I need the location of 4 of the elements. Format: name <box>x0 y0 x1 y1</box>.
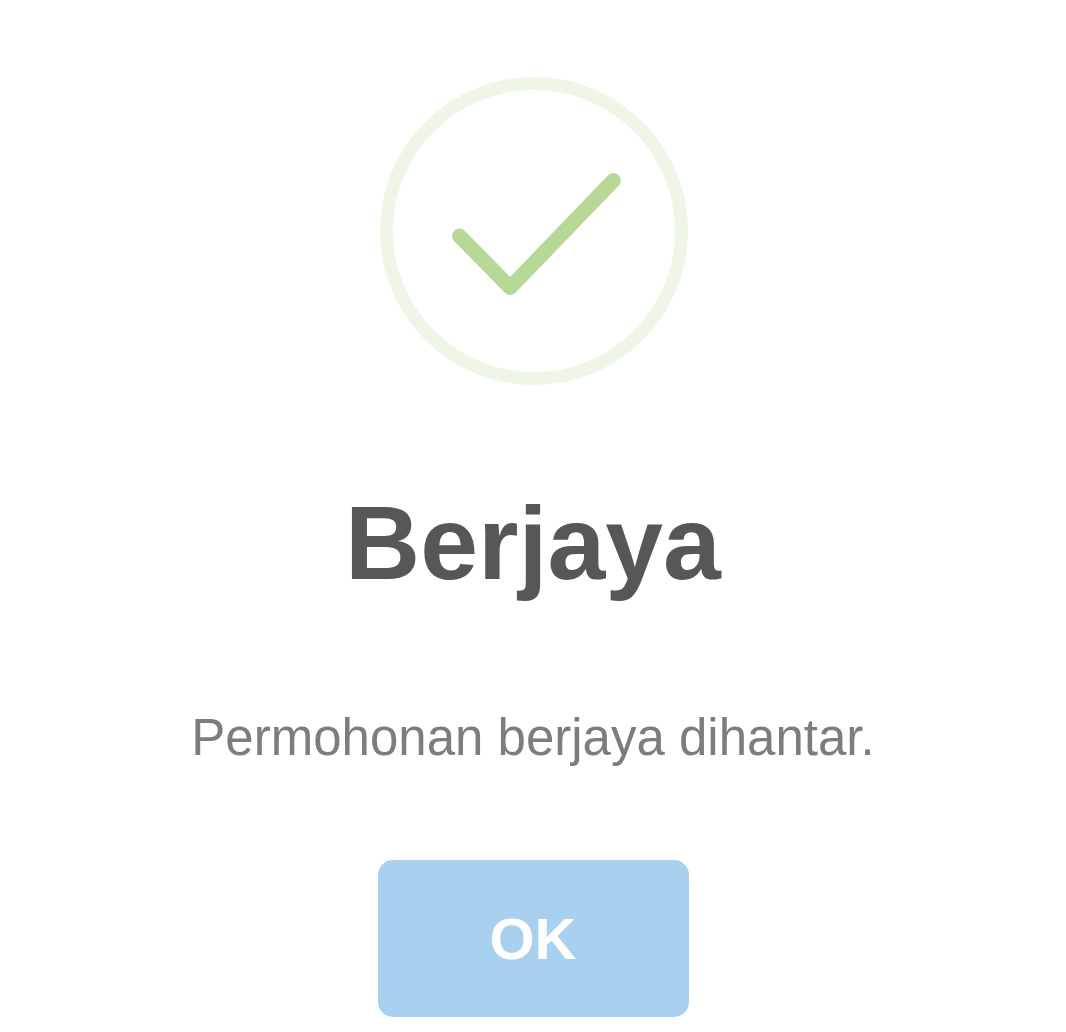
dialog-message: Permohonan berjaya dihantar. <box>191 708 875 768</box>
dialog-title: Berjaya <box>345 484 721 603</box>
ok-button[interactable]: OK <box>377 860 689 1017</box>
success-check-icon <box>380 77 688 385</box>
